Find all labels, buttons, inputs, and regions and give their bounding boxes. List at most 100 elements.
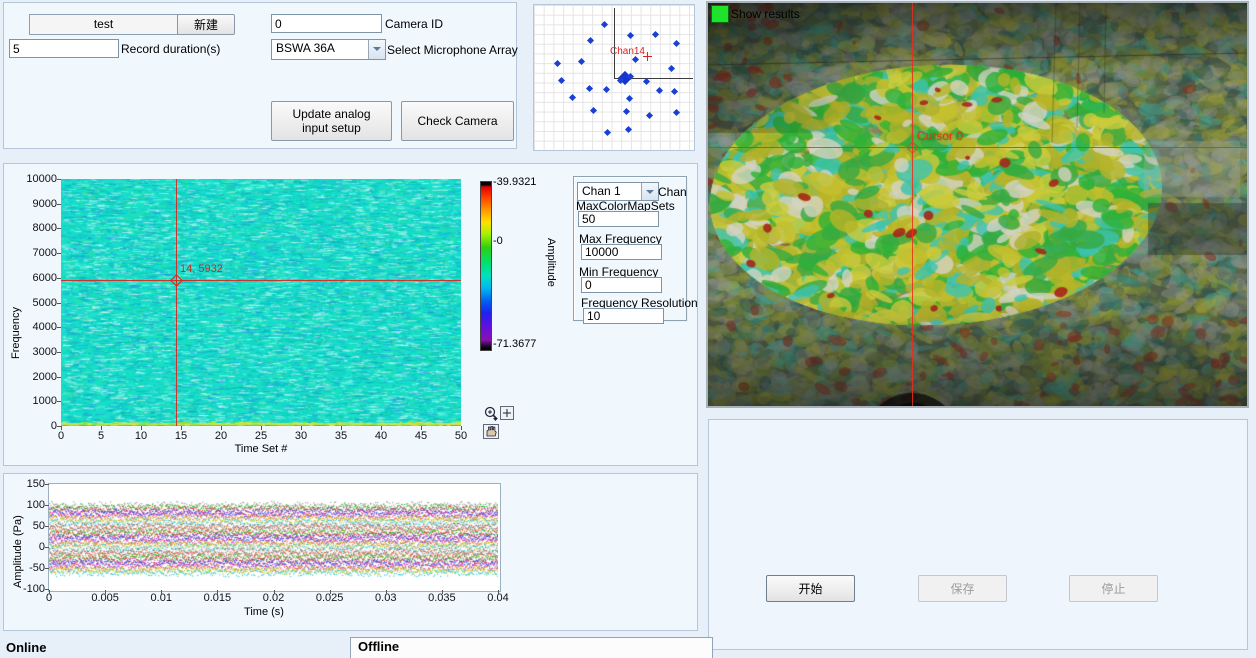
tick-mark xyxy=(381,426,382,430)
array-mic-dot xyxy=(670,87,677,94)
tick-mark xyxy=(498,590,499,594)
mic-array-plot[interactable]: Chan14 xyxy=(533,4,695,151)
chevron-down-icon[interactable] xyxy=(368,40,385,59)
tick-mark xyxy=(341,426,342,430)
tick-label: 2000 xyxy=(14,371,57,383)
tick-label: 20 xyxy=(206,430,236,442)
chevron-down-icon[interactable] xyxy=(641,183,658,200)
array-mic-dot xyxy=(672,108,679,115)
tick-label: 9000 xyxy=(14,198,57,210)
start-button[interactable]: 开始 xyxy=(766,575,855,602)
color-scale-mid: -0 xyxy=(493,235,503,247)
zoom-tool-icon xyxy=(486,408,499,422)
check-camera-button[interactable]: Check Camera xyxy=(401,101,514,141)
spectrogram-cursor-vline[interactable] xyxy=(176,179,177,426)
setup-panel: test 新建 Camera ID Record duration(s) BSW… xyxy=(3,2,517,149)
color-scale-max: -39.9321 xyxy=(493,176,536,188)
spectrogram-canvas[interactable] xyxy=(61,179,461,426)
tick-label: 5 xyxy=(86,430,116,442)
stop-button[interactable]: 停止 xyxy=(1069,575,1158,602)
show-results-checkbox[interactable] xyxy=(711,5,729,23)
tick-mark xyxy=(49,590,50,594)
tick-mark xyxy=(221,426,222,430)
tick-label: 40 xyxy=(366,430,396,442)
array-mic-dot xyxy=(586,36,593,43)
tick-mark xyxy=(57,179,61,180)
array-mic-dot xyxy=(568,93,575,100)
tick-mark xyxy=(105,590,106,594)
online-status-label: Online xyxy=(6,640,46,655)
waveform-panel: Amplitude (Pa) Time (s) 150100500-50-100… xyxy=(3,473,698,631)
tick-mark xyxy=(330,590,331,594)
tick-label: 5000 xyxy=(14,297,57,309)
waveform-plot-area xyxy=(48,483,501,592)
array-mic-dot xyxy=(651,30,658,37)
tick-label: 45 xyxy=(406,430,436,442)
tick-label: 8000 xyxy=(14,222,57,234)
tick-mark xyxy=(45,547,49,548)
camera-id-input[interactable] xyxy=(271,14,382,33)
pan-hand-icon xyxy=(484,425,499,439)
array-mic-dot xyxy=(600,20,607,27)
zoom-plus-icon xyxy=(501,407,514,420)
tick-mark xyxy=(141,426,142,430)
offline-status-indicator: Offline xyxy=(350,637,713,658)
acoustic-map-canvas[interactable] xyxy=(708,3,1247,406)
color-scale xyxy=(480,181,492,351)
spectrogram-panel: 14, 5932 Frequency Time Set # -39.9321 -… xyxy=(3,163,698,466)
array-mic-dot xyxy=(626,31,633,38)
save-button[interactable]: 保存 xyxy=(918,575,1007,602)
waveform-canvas xyxy=(49,484,498,589)
tick-mark xyxy=(57,228,61,229)
max-frequency-input[interactable] xyxy=(581,244,662,260)
array-cursor-cross-icon[interactable] xyxy=(647,52,648,61)
spectrogram-cursor-hline[interactable] xyxy=(61,280,461,281)
array-mic-dot xyxy=(622,107,629,114)
update-analog-input-button[interactable]: Update analog input setup xyxy=(271,101,392,141)
tick-mark xyxy=(57,377,61,378)
channel-value: Chan 1 xyxy=(582,184,621,198)
array-mic-dot xyxy=(577,57,584,64)
tick-label: -50 xyxy=(4,562,45,574)
new-project-button[interactable]: 新建 xyxy=(177,14,235,35)
tick-label: 50 xyxy=(446,430,476,442)
tick-mark xyxy=(57,352,61,353)
tick-mark xyxy=(45,484,49,485)
record-duration-label: Record duration(s) xyxy=(121,42,220,56)
show-results-label: Show results xyxy=(731,7,800,21)
tick-mark xyxy=(45,505,49,506)
mic-array-dropdown[interactable]: BSWA 36A xyxy=(271,39,386,60)
camera-acoustic-view[interactable]: Cursor 0 Show results xyxy=(706,1,1249,408)
tick-mark xyxy=(101,426,102,430)
camera-cursor-label: Cursor 0 xyxy=(917,129,963,143)
tick-label: 30 xyxy=(286,430,316,442)
channel-label: Chan xyxy=(658,185,687,199)
array-mic-dot xyxy=(645,111,652,118)
array-mic-dot xyxy=(667,64,674,71)
camera-cursor-hline[interactable] xyxy=(708,147,1247,148)
project-name-field[interactable]: test xyxy=(29,14,178,35)
record-duration-input[interactable] xyxy=(9,39,119,58)
array-mic-dot xyxy=(589,106,596,113)
camera-id-label: Camera ID xyxy=(385,17,443,31)
color-scale-title: Amplitude xyxy=(545,238,557,294)
mic-array-label: Select Microphone Array xyxy=(387,43,518,57)
max-colormap-input[interactable] xyxy=(578,211,659,227)
frequency-resolution-input[interactable] xyxy=(583,308,664,324)
camera-cursor-vline[interactable] xyxy=(912,3,913,406)
graph-palette[interactable] xyxy=(482,405,518,445)
tick-label: 0 xyxy=(4,541,45,553)
tick-mark xyxy=(386,590,387,594)
tick-mark xyxy=(45,526,49,527)
tick-mark xyxy=(57,303,61,304)
mic-array-value: BSWA 36A xyxy=(276,41,335,55)
array-mic-dot xyxy=(624,125,631,132)
tick-mark xyxy=(57,278,61,279)
tick-mark xyxy=(57,327,61,328)
beamform-controls-group: Chan 1 Chan MaxColorMapSets Max Frequenc… xyxy=(573,176,687,321)
tick-mark xyxy=(57,204,61,205)
tick-label: 0 xyxy=(46,430,76,442)
tick-label: 100 xyxy=(4,499,45,511)
array-mic-dot xyxy=(672,39,679,46)
min-frequency-input[interactable] xyxy=(581,277,662,293)
